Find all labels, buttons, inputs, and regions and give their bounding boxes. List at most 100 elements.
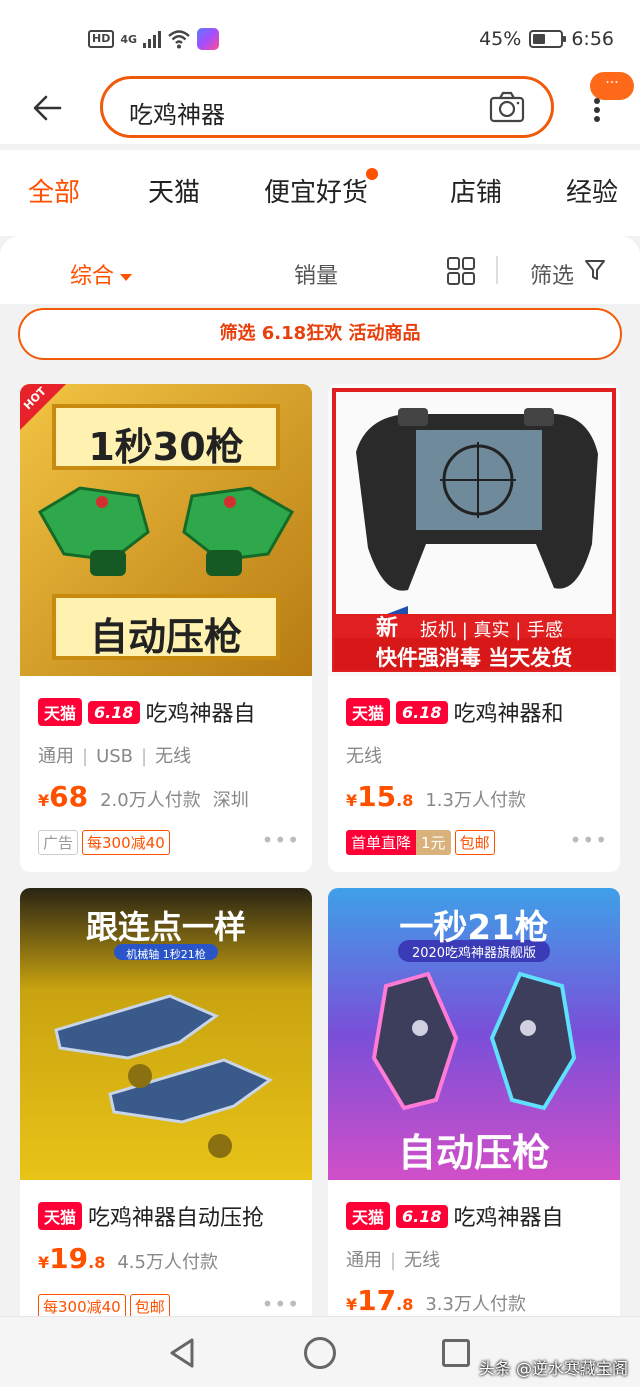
ad-tag: 广告 <box>38 830 79 855</box>
wifi-icon <box>168 30 190 49</box>
price-int: 19 <box>49 1242 89 1275</box>
event-tag: 6.18 <box>396 700 448 724</box>
nav-home-icon[interactable] <box>304 1337 336 1369</box>
card-more-icon[interactable]: ••• <box>570 828 608 852</box>
promo-filter-banner[interactable]: 筛选 6.18狂欢 活动商品 <box>18 308 622 360</box>
card-more-icon[interactable]: ••• <box>262 828 300 852</box>
image-banner-line1: 扳机 | 真实 | 手感 <box>420 620 564 641</box>
price-row: ¥68 2.0万人付款 深圳 <box>38 780 249 813</box>
battery-icon <box>529 30 567 48</box>
attr: 通用 <box>346 1250 382 1271</box>
product-card[interactable]: 新 扳机 | 真实 | 手感 快件强消毒 当天发货 天猫 6.18 吃鸡神器和 … <box>328 384 620 872</box>
image-caption-bottom: 自动压枪 <box>89 615 242 659</box>
price-row: ¥17.8 3.3万人付款 <box>346 1284 526 1316</box>
tab-shops[interactable]: 店铺 <box>450 172 502 209</box>
attr: 通用 <box>38 746 74 767</box>
price: ¥68 <box>38 780 88 813</box>
image-caption-bottom: 自动压枪 <box>397 1131 550 1175</box>
watermark: 头条 @逆水寒藏宝阁 <box>478 1359 628 1378</box>
currency: ¥ <box>346 791 358 810</box>
currency: ¥ <box>38 791 50 810</box>
battery-percent: 45% <box>479 28 522 50</box>
filter-button[interactable]: 筛选 <box>530 258 574 290</box>
product-attributes: 无线 <box>346 742 382 768</box>
product-card[interactable]: HOT 1秒30枪 自动压枪 天猫 6.18 吃鸡神器自 通用 | USB | 无线 ¥… <box>20 384 312 872</box>
tab-cheap-goods[interactable]: 便宜好货 <box>264 168 379 209</box>
more-vertical-icon[interactable] <box>592 96 602 124</box>
event-tag: 6.18 <box>88 700 140 724</box>
tags-row: 广告 每300减40 <box>38 830 170 855</box>
hd-icon: HD <box>88 30 115 48</box>
card-more-icon[interactable]: ••• <box>262 1292 300 1316</box>
search-query: 吃鸡神器 <box>129 101 225 129</box>
product-title: 吃鸡神器和 <box>453 702 564 727</box>
tab-all[interactable]: 全部 <box>28 172 80 209</box>
product-title: 吃鸡神器自 <box>145 702 256 727</box>
price-int: 15 <box>357 780 397 813</box>
new-dot <box>366 168 379 180</box>
tags-row: 每300减40 包邮 <box>38 1294 170 1316</box>
price: ¥15.8 <box>346 780 413 813</box>
tab-experience[interactable]: 经验 <box>566 172 618 209</box>
product-title-row: 天猫 6.18 吃鸡神器和 <box>346 696 608 728</box>
sales-count: 1.3万人付款 <box>425 790 526 811</box>
discount-tag: 每300减40 <box>82 830 170 855</box>
product-title: 吃鸡神器自动压抢 <box>88 1206 265 1231</box>
product-card[interactable]: 跟连点一样 机械轴 1秒21枪 天猫 吃鸡神器自动压抢 ¥19.8 4.5万人付… <box>20 888 312 1316</box>
search-header: 吃鸡神器 ··· <box>0 72 640 144</box>
currency: ¥ <box>346 1295 358 1314</box>
caret-down-icon <box>120 273 133 281</box>
currency: ¥ <box>38 1253 50 1272</box>
grid-view-icon[interactable] <box>446 256 476 286</box>
sales-count: 4.5万人付款 <box>117 1252 218 1273</box>
product-attributes: 通用 | USB | 无线 <box>38 746 192 767</box>
nav-back-icon[interactable] <box>168 1337 196 1369</box>
location: 深圳 <box>212 790 249 811</box>
image-caption-top: 1秒30枪 <box>88 425 244 469</box>
more-menu[interactable]: ··· <box>578 72 638 132</box>
results-area: 综合 销量 筛选 筛选 6.18狂欢 活动商品 HOT 1秒30枪 自动压枪 天… <box>0 236 640 1316</box>
attr: 无线 <box>155 746 192 767</box>
price: ¥19.8 <box>38 1242 105 1275</box>
free-shipping-tag: 包邮 <box>454 830 495 855</box>
price-dec: .8 <box>396 791 414 810</box>
attr: 无线 <box>346 746 382 767</box>
category-tabs: 全部 天猫 便宜好货 店铺 经验 <box>0 150 640 236</box>
price-row: ¥15.8 1.3万人付款 <box>346 780 526 813</box>
tags-row: 首单直降 1元 包邮 <box>346 830 495 855</box>
price-dec: .8 <box>396 1295 414 1314</box>
price-dec: .8 <box>88 1253 106 1272</box>
sort-bar: 综合 销量 筛选 <box>0 236 640 304</box>
system-nav-bar: 头条 @逆水寒藏宝阁 <box>0 1316 640 1387</box>
back-arrow-icon[interactable] <box>30 90 66 126</box>
tab-cheap-goods-label: 便宜好货 <box>264 178 369 208</box>
discount-amount-tag: 1元 <box>416 830 451 855</box>
video-app-icon <box>197 28 220 50</box>
product-title-row: 天猫 6.18 吃鸡神器自 <box>38 696 300 728</box>
image-new-badge: 新 <box>376 616 399 641</box>
tmall-tag: 天猫 <box>346 698 391 726</box>
clock: 6:56 <box>571 28 614 50</box>
attr: 无线 <box>404 1250 441 1271</box>
sort-comprehensive-label: 综合 <box>70 264 115 289</box>
image-caption-sub: 2020吃鸡神器旗舰版 <box>411 946 537 961</box>
tmall-tag: 天猫 <box>346 1202 391 1230</box>
nav-recent-apps-icon[interactable] <box>442 1339 470 1367</box>
attr: USB <box>96 746 134 767</box>
tmall-tag: 天猫 <box>38 698 83 726</box>
tab-tmall[interactable]: 天猫 <box>148 172 200 209</box>
free-shipping-tag: 包邮 <box>129 1294 170 1316</box>
product-title: 吃鸡神器自 <box>453 1206 564 1231</box>
filter-funnel-icon[interactable] <box>584 258 606 282</box>
price-row: ¥19.8 4.5万人付款 <box>38 1242 218 1275</box>
sort-comprehensive[interactable]: 综合 <box>70 258 133 290</box>
camera-icon[interactable] <box>489 91 525 123</box>
sort-sales[interactable]: 销量 <box>294 258 338 290</box>
discount-tag: 每300减40 <box>38 1294 126 1316</box>
status-bar: HD 4G 45% 6:56 <box>0 0 640 80</box>
image-caption-top: 跟连点一样 <box>85 908 246 946</box>
sales-count: 3.3万人付款 <box>425 1294 526 1315</box>
product-card[interactable]: 一秒21枪 2020吃鸡神器旗舰版 自动压枪 天猫 6.18 吃鸡神器自 通用 |… <box>328 888 620 1316</box>
image-caption-sub: 机械轴 1秒21枪 <box>126 948 206 961</box>
search-input[interactable]: 吃鸡神器 <box>100 76 554 138</box>
